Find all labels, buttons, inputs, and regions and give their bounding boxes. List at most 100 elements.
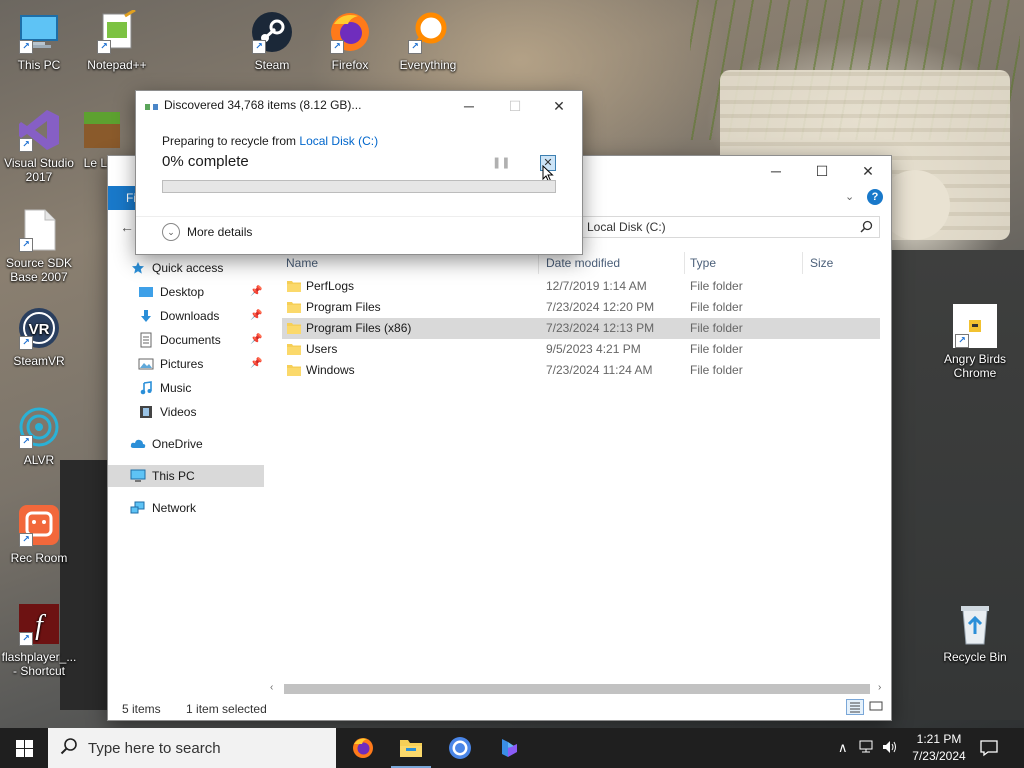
desktop-icon-label: Everything bbox=[399, 58, 457, 72]
column-separator[interactable] bbox=[538, 252, 539, 274]
chevron-down-icon: ⌄ bbox=[162, 223, 180, 241]
sidebar-item-quick-access[interactable]: Quick access bbox=[130, 257, 223, 279]
file-date: 7/23/2024 12:20 PM bbox=[546, 300, 655, 314]
sidebar-item-label: Network bbox=[152, 501, 197, 515]
sidebar-item-downloads[interactable]: Downloads 📌 bbox=[138, 305, 264, 327]
column-separator[interactable] bbox=[802, 252, 803, 274]
desktop-icon-source-sdk[interactable]: ↗ Source SDK Base 2007 bbox=[0, 208, 78, 284]
shortcut-arrow-icon: ↗ bbox=[19, 533, 33, 547]
search-icon[interactable] bbox=[860, 220, 873, 236]
file-row[interactable]: Users 9/5/2023 4:21 PM File folder bbox=[282, 339, 880, 360]
desktop-icon-rec-room[interactable]: ↗ Rec Room bbox=[0, 503, 78, 565]
shortcut-arrow-icon: ↗ bbox=[252, 40, 266, 54]
recycle-progress-bar bbox=[162, 180, 556, 193]
taskbar-copilot[interactable] bbox=[485, 728, 533, 768]
blank-file-icon: ↗ bbox=[17, 208, 61, 252]
dialog-close-button[interactable]: ✕ bbox=[536, 91, 582, 121]
network-status-icon[interactable] bbox=[858, 740, 874, 757]
clock-date: 7/23/2024 bbox=[912, 749, 966, 763]
desktop-icon-recycle-bin[interactable]: Recycle Bin bbox=[936, 602, 1014, 664]
desktop-icon-everything[interactable]: ↗ Everything bbox=[389, 10, 467, 72]
taskbar-clock[interactable]: 1:21 PM 7/23/2024 bbox=[900, 731, 978, 765]
maximize-button[interactable]: ☐ bbox=[799, 156, 845, 186]
scrollbar-thumb[interactable] bbox=[284, 684, 870, 694]
scroll-right-arrow-icon[interactable]: › bbox=[878, 682, 881, 693]
details-view-icon[interactable] bbox=[846, 699, 864, 715]
desktop-icon-this-pc[interactable]: ↗ This PC bbox=[0, 10, 78, 72]
address-bar[interactable]: Local Disk (C:) bbox=[582, 216, 880, 238]
desktop-icon-label: Recycle Bin bbox=[943, 650, 1007, 664]
sidebar-item-network[interactable]: Network bbox=[130, 497, 196, 519]
shortcut-arrow-icon: ↗ bbox=[97, 40, 111, 54]
taskbar-chrome[interactable] bbox=[436, 728, 484, 768]
volume-icon[interactable] bbox=[882, 740, 898, 757]
status-bar: 5 items 1 item selected bbox=[122, 702, 267, 716]
desktop-icon-flashplayer[interactable]: f ↗ flashplayer_... - Shortcut bbox=[0, 602, 78, 678]
expand-ribbon-icon[interactable]: ⌄ bbox=[845, 190, 854, 203]
source-drive-link[interactable]: Local Disk (C:) bbox=[299, 134, 378, 148]
file-row[interactable]: Program Files 7/23/2024 12:20 PM File fo… bbox=[282, 297, 880, 318]
dialog-separator bbox=[136, 216, 582, 217]
sidebar-item-label: This PC bbox=[152, 469, 195, 483]
pin-icon[interactable]: 📌 bbox=[250, 286, 262, 297]
file-type: File folder bbox=[690, 342, 743, 356]
file-name: Program Files (x86) bbox=[306, 321, 412, 335]
ribbon-controls: ⌄ ? bbox=[831, 186, 891, 210]
desktop-icon-label: Notepad++ bbox=[87, 58, 147, 72]
sidebar-item-music[interactable]: Music bbox=[138, 377, 191, 399]
column-header-name[interactable]: Name bbox=[286, 252, 318, 274]
file-row-selected[interactable]: Program Files (x86) 7/23/2024 12:13 PM F… bbox=[282, 318, 880, 339]
column-header-type[interactable]: Type bbox=[690, 252, 716, 274]
file-type: File folder bbox=[690, 321, 743, 335]
file-row[interactable]: PerfLogs 12/7/2019 1:14 AM File folder bbox=[282, 276, 880, 297]
action-center-notification-icon[interactable] bbox=[980, 739, 998, 760]
taskbar-file-explorer[interactable] bbox=[387, 728, 435, 768]
pause-icon[interactable]: ❚❚ bbox=[492, 155, 510, 171]
file-row[interactable]: Windows 7/23/2024 11:24 AM File folder bbox=[282, 360, 880, 381]
chrome-icon bbox=[449, 737, 471, 759]
pin-icon[interactable]: 📌 bbox=[250, 358, 262, 369]
sidebar-item-onedrive[interactable]: OneDrive bbox=[130, 433, 203, 455]
taskbar-firefox[interactable] bbox=[339, 728, 387, 768]
desktop-icon-notepadpp[interactable]: ↗ Notepad++ bbox=[78, 10, 156, 72]
pin-icon[interactable]: 📌 bbox=[250, 334, 262, 345]
desktop-icon-steamvr[interactable]: VR ↗ SteamVR bbox=[0, 306, 78, 368]
firefox-icon: ↗ bbox=[328, 10, 372, 54]
minimize-button[interactable]: ─ bbox=[753, 156, 799, 186]
column-separator[interactable] bbox=[684, 252, 685, 274]
shortcut-arrow-icon: ↗ bbox=[330, 40, 344, 54]
more-details-toggle[interactable]: ⌄ More details bbox=[162, 223, 252, 241]
file-type: File folder bbox=[690, 279, 743, 293]
desktop-icon-visual-studio[interactable]: ↗ Visual Studio 2017 bbox=[0, 108, 78, 184]
desktop-icon-alvr[interactable]: ↗ ALVR bbox=[0, 405, 78, 467]
dialog-minimize-button[interactable]: ─ bbox=[446, 91, 492, 121]
sidebar-item-videos[interactable]: Videos bbox=[138, 401, 196, 423]
sidebar-item-desktop[interactable]: Desktop 📌 bbox=[138, 281, 264, 303]
pin-icon[interactable]: 📌 bbox=[250, 310, 262, 321]
desktop-icon-angry-birds[interactable]: ↗ Angry Birds Chrome bbox=[936, 304, 1014, 380]
help-icon[interactable]: ? bbox=[867, 189, 883, 205]
status-item-count: 5 items bbox=[122, 702, 161, 716]
desktop-icon-firefox[interactable]: ↗ Firefox bbox=[311, 10, 389, 72]
show-hidden-icons-chevron-icon[interactable]: ∧ bbox=[838, 740, 848, 756]
file-date: 7/23/2024 11:24 AM bbox=[546, 363, 653, 377]
back-arrow-icon[interactable]: ← bbox=[120, 219, 134, 235]
taskbar-search-box[interactable]: Type here to search bbox=[48, 728, 336, 768]
horizontal-scrollbar[interactable]: ‹ › bbox=[268, 682, 888, 696]
file-name: Program Files bbox=[306, 300, 381, 314]
column-header-size[interactable]: Size bbox=[810, 252, 833, 274]
sidebar-item-documents[interactable]: Documents 📌 bbox=[138, 329, 264, 351]
large-icons-view-icon[interactable] bbox=[868, 699, 886, 715]
desktop-folder-icon bbox=[138, 284, 154, 300]
close-button[interactable]: ✕ bbox=[845, 156, 891, 186]
start-button[interactable] bbox=[0, 728, 48, 768]
address-text: Local Disk (C:) bbox=[587, 220, 666, 234]
sidebar-item-pictures[interactable]: Pictures 📌 bbox=[138, 353, 264, 375]
scroll-left-arrow-icon[interactable]: ‹ bbox=[270, 682, 273, 693]
video-film-icon bbox=[138, 404, 154, 420]
desktop-icon-steam[interactable]: ↗ Steam bbox=[233, 10, 311, 72]
angry-birds-icon: ↗ bbox=[953, 304, 997, 348]
column-header-date-modified[interactable]: Date modified bbox=[546, 252, 620, 274]
shortcut-arrow-icon: ↗ bbox=[19, 632, 33, 646]
sidebar-item-this-pc[interactable]: This PC bbox=[108, 465, 264, 487]
